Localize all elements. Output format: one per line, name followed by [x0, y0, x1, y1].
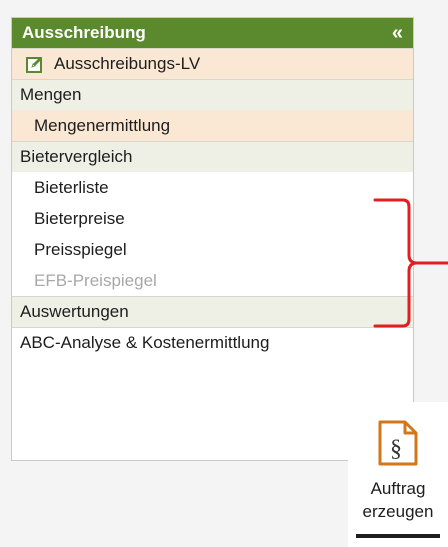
- ausschreibung-panel: Ausschreibung « Ausschreibungs-LV Mengen…: [11, 17, 414, 461]
- nav-item-label: Ausschreibungs-LV: [54, 54, 201, 73]
- nav-item-bieterliste[interactable]: Bieterliste: [12, 172, 413, 203]
- nav-item-abc-analyse[interactable]: ABC-Analyse & Kostenermittlung: [12, 327, 413, 358]
- section-label: Bietervergleich: [20, 147, 133, 166]
- section-label: Auswertungen: [20, 302, 129, 321]
- nav-item-label: Bieterpreise: [34, 208, 125, 228]
- section-bietervergleich: Bietervergleich: [12, 141, 413, 172]
- focus-underline: [356, 534, 440, 538]
- section-mengen: Mengen: [12, 79, 413, 110]
- nav-item-label: Preisspiegel: [34, 239, 127, 259]
- red-bracket-annotation: [373, 198, 448, 328]
- nav-item-label: ABC-Analyse & Kostenermittlung: [20, 333, 270, 352]
- panel-title: Ausschreibung: [22, 23, 146, 42]
- auftrag-label-line1: Auftrag: [370, 479, 426, 498]
- nav-item-label: EFB-Preispiegel: [34, 270, 157, 290]
- nav-item-preisspiegel[interactable]: Preisspiegel: [12, 234, 413, 265]
- collapse-icon[interactable]: «: [392, 22, 403, 45]
- nav-item-mengenermittlung[interactable]: Mengenermittlung: [12, 110, 413, 141]
- edit-icon: [26, 57, 42, 73]
- section-auswertungen: Auswertungen: [12, 296, 413, 327]
- nav-item-ausschreibungs-lv[interactable]: Ausschreibungs-LV: [12, 48, 413, 79]
- paragraph-document-icon: §: [378, 420, 418, 466]
- auftrag-label-line2: erzeugen: [362, 502, 434, 521]
- nav-item-efb-preispiegel: EFB-Preispiegel: [12, 265, 413, 296]
- nav-item-label: Mengenermittlung: [34, 115, 171, 135]
- section-label: Mengen: [20, 85, 82, 104]
- panel-header: Ausschreibung «: [12, 18, 413, 48]
- svg-text:§: §: [390, 436, 402, 462]
- nav-item-bieterpreise[interactable]: Bieterpreise: [12, 203, 413, 234]
- auftrag-erzeugen-button[interactable]: § Auftrag erzeugen: [348, 402, 448, 547]
- nav-item-label: Bieterliste: [34, 177, 109, 197]
